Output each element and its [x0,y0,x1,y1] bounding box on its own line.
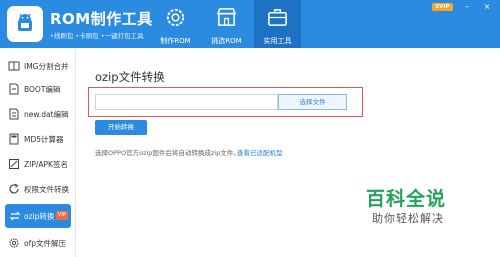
sidebar-item-label: ofp文件解压 [24,239,66,248]
sidebar-item-label: BOOT编辑 [24,85,61,94]
gear-small-icon [9,238,19,248]
sidebar-item-label: ozip转换 [24,212,55,221]
boot-icon [9,83,19,95]
sidebar-item-img-split[interactable]: IMG分割合并 [0,54,76,78]
gear-icon [166,8,185,27]
sidebar-item-zip-apk-sign[interactable]: ZIP/APK签名 [0,152,76,176]
tab-pick-rom[interactable]: 挑选ROM [203,0,250,48]
watermark-subtitle: 助你轻松解决 [372,212,444,225]
header-bar: ROM制作工具 •线刷包 •卡刷包 •一键打包工具 制作ROM 挑选ROM 实用… [0,0,500,48]
app-logo [7,6,43,42]
app-title: ROM制作工具 [50,10,153,28]
minimize-button[interactable]: – [462,2,472,12]
app-window: ROM制作工具 •线刷包 •卡刷包 •一键打包工具 制作ROM 挑选ROM 实用… [0,0,500,257]
tab-make-rom-label: 制作ROM [160,37,191,45]
sidebar-item-label: 权限文件转换 [24,185,69,194]
store-icon [216,8,237,26]
convert-icon [9,211,21,221]
watermark-title: 百科全说 [366,188,447,210]
toolbox-icon [268,9,287,26]
android-icon [18,13,32,31]
sidebar-item-md5[interactable]: MD5计算器 [0,127,76,151]
sidebar-item-label: IMG分割合并 [24,62,69,71]
supported-models-link[interactable]: 查看已适配机型 [237,147,283,157]
signature-icon [9,159,19,169]
file-path-input[interactable] [95,94,278,110]
start-convert-button[interactable]: 开始转换 [95,120,147,135]
sidebar-item-permission[interactable]: 权限文件转换 [0,177,76,201]
svip-badge[interactable]: SVIP [432,3,453,11]
sidebar-item-label: ZIP/APK签名 [24,160,68,169]
choose-file-button[interactable]: 选择文件 [278,94,347,110]
sidebar-item-label: new.dat编辑 [24,110,69,119]
sidebar-item-label: MD5计算器 [24,135,64,144]
sidebar: IMG分割合并 BOOT编辑 new.dat编辑 MD5计算器 ZIP/APK签… [0,48,76,257]
tab-pick-rom-label: 挑选ROM [211,37,242,45]
close-button[interactable]: × [482,2,492,12]
sidebar-item-ofp[interactable]: ofp文件解压 [0,231,76,255]
sidebar-item-ozip[interactable]: ozip转换 VIP [5,204,71,228]
tab-make-rom[interactable]: 制作ROM [152,0,199,48]
refresh-icon [9,183,19,194]
vip-badge: VIP [56,211,68,220]
calculator-icon [9,133,19,145]
sidebar-item-new-dat[interactable]: new.dat编辑 [0,102,76,126]
app-subtitle: •线刷包 •卡刷包 •一键打包工具 [50,32,144,40]
tab-tools-label: 实用工具 [263,37,292,45]
page-title: ozip文件转换 [95,70,165,84]
split-icon [8,61,20,71]
file-edit-icon [9,108,19,120]
sidebar-item-boot[interactable]: BOOT编辑 [0,77,76,101]
tab-tools[interactable]: 实用工具 [254,0,301,48]
hint-text: 选择OPPO官方ozip固件后将自动转换成zip文件。 [95,149,240,157]
